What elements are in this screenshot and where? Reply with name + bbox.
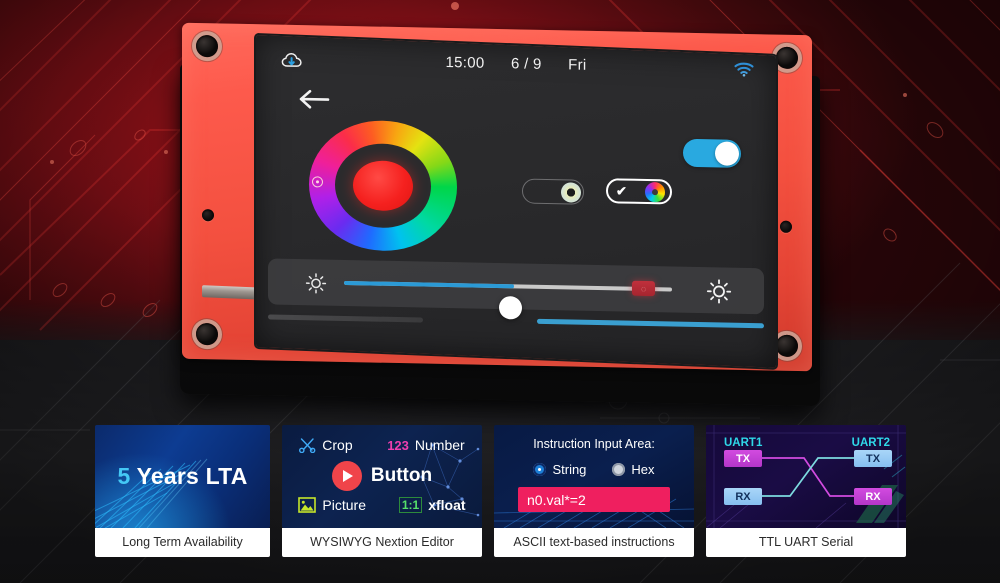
play-button-icon (331, 461, 362, 491)
radio-icon-selected[interactable] (533, 463, 547, 476)
status-weekday: Fri (568, 56, 587, 74)
card-lta[interactable]: 5 Years LTA Long Term Availability (95, 425, 270, 560)
uart2-rx-pin: RX (854, 488, 892, 505)
picture-icon (298, 497, 317, 513)
card-editor-label-crop: Crop (322, 437, 353, 453)
instruction-input-field[interactable]: n0.val*=2 (518, 487, 670, 512)
back-arrow-icon[interactable] (298, 89, 330, 115)
card-editor-label-picture: Picture (322, 497, 366, 513)
pcb-via-right (780, 220, 792, 233)
card-editor[interactable]: Crop 123 Number Button Picture 1:1 xfloa… (282, 425, 482, 560)
color-wheel-selected-swatch[interactable] (353, 160, 413, 212)
sun-bright-icon[interactable] (706, 278, 732, 310)
toggle-warm-cool[interactable] (522, 178, 584, 205)
sun-dim-icon[interactable] (304, 271, 328, 300)
card-lta-visual: 5 Years LTA (95, 425, 270, 528)
card-editor-visual: Crop 123 Number Button Picture 1:1 xfloa… (282, 425, 482, 528)
card-editor-item-picture: Picture (298, 497, 366, 513)
color-wheel[interactable] (309, 119, 457, 253)
card-editor-row-mid: Button (282, 461, 482, 491)
card-editor-row-bottom: Picture 1:1 xfloat (282, 497, 482, 513)
pcb-via-left (202, 209, 214, 222)
uart2-tx-pin: TX (854, 450, 892, 467)
card-uart-title-left: UART1 (724, 437, 763, 449)
card-ascii-label: ASCII text-based instructions (494, 528, 694, 557)
card-lta-label: Long Term Availability (95, 528, 270, 557)
wifi-icon (734, 62, 754, 82)
check-icon: ✔ (616, 182, 627, 199)
toggle-rgb-mode-knob[interactable] (645, 181, 665, 202)
toggle-warm-cool-knob[interactable] (561, 181, 581, 203)
card-editor-row-top: Crop 123 Number (282, 437, 482, 453)
card-lta-headline-rest: Years LTA (130, 463, 248, 489)
radio-option-string[interactable]: String (533, 462, 586, 477)
power-toggle[interactable] (683, 138, 741, 168)
alert-badge-icon[interactable]: ◌ (632, 280, 655, 297)
brightness-slider-fill (344, 280, 514, 289)
status-bar-center: 15:00 6 / 9 Fri (256, 50, 776, 77)
card-ascii-title: Instruction Input Area: (533, 437, 655, 451)
device-red-pcb-frame: 15:00 6 / 9 Fri ✔ ◌ (182, 22, 812, 372)
number-123-icon: 123 (387, 437, 409, 453)
card-ascii-radio-group: String Hex (494, 462, 694, 477)
status-time: 15:00 (445, 53, 485, 72)
uart1-rx-pin: RX (724, 488, 762, 505)
brightness-slider-knob[interactable] (499, 296, 522, 320)
radio-icon-unselected[interactable] (612, 463, 626, 476)
progress-bar-right[interactable] (537, 318, 764, 329)
mounting-hole-top-right (776, 46, 798, 70)
card-uart-label: TTL UART Serial (706, 528, 906, 557)
lcd-screen: 15:00 6 / 9 Fri ✔ ◌ (256, 34, 776, 368)
screenshot-stage: 15:00 6 / 9 Fri ✔ ◌ 5 Years LTA Long Ter… (0, 0, 1000, 583)
card-editor-label: WYSIWYG Nextion Editor (282, 528, 482, 557)
radio-label-hex: Hex (631, 462, 655, 477)
mounting-hole-bottom-left (196, 322, 218, 346)
card-editor-label-number: Number (414, 437, 465, 453)
card-editor-label-xfloat: xfloat (428, 497, 466, 513)
ratio-1-1-icon: 1:1 (398, 497, 423, 513)
card-editor-item-crop: Crop (299, 437, 353, 453)
card-editor-item-number: 123 Number (387, 437, 465, 453)
card-uart-title-right: UART2 (851, 437, 890, 449)
progress-bar-left[interactable] (268, 314, 423, 323)
card-ascii[interactable]: Instruction Input Area: String Hex n0.va… (494, 425, 694, 560)
brightness-slider-track[interactable]: ◌ (344, 280, 672, 320)
status-date: 6 / 9 (510, 55, 542, 73)
card-editor-label-button: Button (370, 465, 433, 486)
card-uart-visual: UART1 UART2 TX RX TX RX (706, 425, 906, 528)
card-lta-headline: 5 Years LTA (95, 463, 270, 490)
color-wheel-marker[interactable] (312, 176, 323, 188)
card-ascii-visual: Instruction Input Area: String Hex n0.va… (494, 425, 694, 528)
card-uart[interactable]: UART1 UART2 TX RX TX RX TTL UART Serial (706, 425, 906, 560)
radio-option-hex[interactable]: Hex (612, 462, 655, 477)
feature-cards: 5 Years LTA Long Term Availability Crop … (95, 425, 940, 560)
radio-label-string: String (552, 462, 587, 477)
power-toggle-knob[interactable] (715, 141, 739, 166)
card-editor-item-xfloat: 1:1 xfloat (398, 497, 466, 513)
toggle-rgb-mode[interactable]: ✔ (606, 178, 672, 205)
scissors-icon (299, 437, 316, 453)
card-lta-number: 5 (117, 463, 131, 489)
mounting-hole-top-left (196, 34, 218, 58)
brightness-slider-card: ◌ (268, 258, 764, 320)
mounting-hole-bottom-right (776, 334, 798, 358)
uart1-tx-pin: TX (724, 450, 762, 467)
nextion-display-device: 15:00 6 / 9 Fri ✔ ◌ (168, 18, 833, 428)
